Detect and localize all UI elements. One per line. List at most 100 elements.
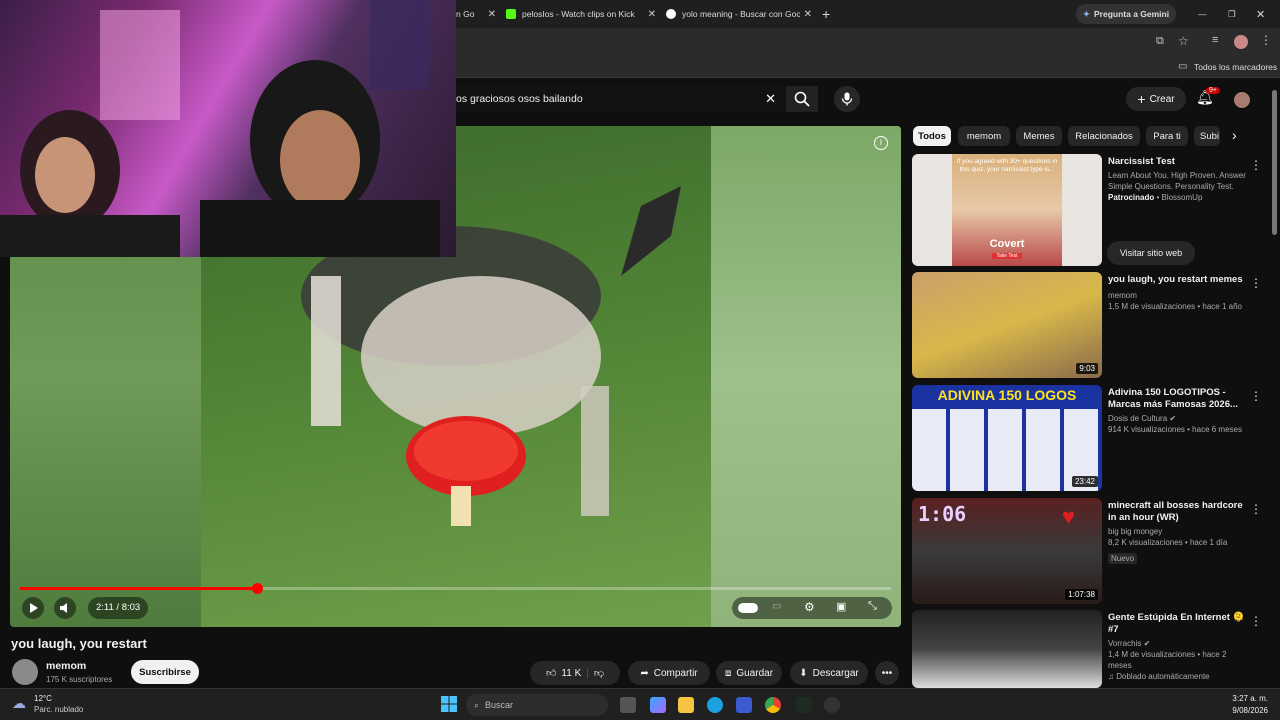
channel-name[interactable]: Dosis de Cultura ✔ [1108, 413, 1248, 424]
edge-icon[interactable] [707, 697, 723, 713]
voice-search-button[interactable] [834, 86, 860, 112]
duration-badge: 23:42 [1071, 476, 1098, 487]
info-icon[interactable]: i [874, 136, 888, 150]
autoplay-toggle[interactable] [738, 603, 758, 613]
account-avatar[interactable] [1234, 92, 1250, 108]
more-vert-icon[interactable]: ⋮ [1250, 158, 1262, 172]
search-button[interactable] [786, 86, 818, 112]
taskbar-search-placeholder: Buscar [485, 700, 514, 710]
reading-list-icon[interactable]: ≡ [1212, 34, 1218, 46]
video-thumbnail[interactable]: 9:03 [912, 272, 1102, 378]
settings-icon[interactable]: ⚙ [804, 600, 815, 614]
webcam-overlay [0, 0, 456, 257]
channel-avatar[interactable] [12, 659, 38, 685]
notifications-button[interactable]: 🔔︎ 9+ [1196, 87, 1220, 109]
file-explorer-icon[interactable] [678, 697, 694, 713]
app-icon[interactable] [796, 697, 812, 713]
clock-time[interactable]: 3:27 a. m. [1216, 694, 1268, 703]
plus-icon: + [1137, 91, 1146, 107]
close-icon[interactable]: ✕ [488, 9, 496, 20]
video-info: you laugh, you restart memes memom 1,5 M… [1108, 274, 1248, 312]
visit-site-button[interactable]: Visitar sitio web [1107, 241, 1195, 265]
star-icon[interactable]: ☆ [1178, 34, 1189, 48]
theater-icon[interactable]: ▣ [836, 600, 846, 613]
maximize-icon[interactable]: ❐ [1228, 4, 1240, 24]
channel-name[interactable]: Vorrachis ✔ [1108, 638, 1248, 649]
video-title[interactable]: Adivina 150 LOGOTIPOS - Marcas más Famos… [1108, 387, 1248, 411]
channel-name[interactable]: memom [1108, 290, 1248, 301]
clear-search-icon[interactable]: ✕ [765, 91, 776, 107]
page-scrollbar[interactable] [1272, 90, 1277, 235]
fullscreen-icon[interactable]: ⤡ [868, 600, 877, 613]
task-view-icon[interactable] [620, 697, 636, 713]
folder-icon: ▭ [1178, 61, 1188, 72]
ad-card[interactable]: If you agreed with 30+ questions in this… [912, 154, 1272, 266]
chip-subidos[interactable]: Subi [1194, 126, 1220, 146]
subscribe-button[interactable]: Suscribirse [131, 660, 199, 684]
channel-label: Dosis de Cultura [1108, 414, 1168, 423]
video-title[interactable]: minecraft all bosses hardcore in an hour… [1108, 500, 1248, 524]
weather-temp[interactable]: 12°C [34, 694, 52, 703]
dislike-button[interactable]: 👎︎ [594, 667, 604, 679]
like-button[interactable]: 👍︎ 11 K [546, 667, 581, 680]
profile-avatar[interactable] [1234, 35, 1248, 49]
thumbs-down-icon: 👎︎ [593, 668, 605, 679]
list-item[interactable]: 9:03 you laugh, you restart memes memom … [912, 272, 1272, 378]
close-icon[interactable]: ✕ [648, 9, 656, 20]
progress-scrubber[interactable] [251, 583, 263, 594]
all-bookmarks-label[interactable]: Todos los marcadores [1194, 62, 1277, 72]
more-vert-icon[interactable]: ⋮ [1250, 614, 1262, 628]
tab-3[interactable]: yolo meaning - Buscar con Goo ✕ [666, 4, 812, 24]
ad-title[interactable]: Narcissist Test [1108, 156, 1248, 168]
progress-track[interactable] [20, 583, 891, 594]
list-item[interactable]: 1:06 ♥ 1:07:38 minecraft all bosses hard… [912, 498, 1272, 604]
list-item[interactable]: Gente Estúpida En Internet 🫠 #7 Vorrachi… [912, 610, 1272, 688]
chip-relacionados[interactable]: Relacionados [1068, 126, 1140, 146]
new-tab-button[interactable]: + [822, 4, 836, 24]
volume-button[interactable] [54, 597, 76, 619]
search-input[interactable]: os graciosos osos bailando ✕ [456, 86, 786, 112]
video-title[interactable]: Gente Estúpida En Internet 🫠 #7 [1108, 612, 1248, 636]
close-window-icon[interactable]: ✕ [1256, 4, 1268, 24]
video-thumbnail[interactable]: ADIVINA 150 LOGOS 23:42 [912, 385, 1102, 491]
video-thumbnail[interactable]: 1:06 ♥ 1:07:38 [912, 498, 1102, 604]
thumbnail-text: 1:06 [918, 502, 967, 526]
create-button[interactable]: + Crear [1126, 87, 1186, 111]
more-actions-button[interactable]: ••• [875, 661, 899, 685]
more-vert-icon[interactable]: ⋮ [1250, 389, 1262, 403]
obs-icon[interactable] [824, 697, 840, 713]
chip-memom[interactable]: memom [958, 126, 1010, 146]
windows-taskbar: ☁ 12°C Parc. nublado ⌕ Buscar 3:27 a. m.… [0, 688, 1280, 720]
video-title[interactable]: you laugh, you restart memes [1108, 274, 1248, 286]
gemini-button[interactable]: ✦ Pregunta a Gemini [1076, 4, 1176, 24]
download-button[interactable]: ⬇ Descargar [790, 661, 868, 685]
taskbar-search[interactable]: ⌕ Buscar [466, 694, 608, 716]
store-icon[interactable] [736, 697, 752, 713]
close-icon[interactable]: ✕ [804, 9, 812, 20]
menu-icon[interactable]: ⋮ [1260, 33, 1272, 47]
cast-icon[interactable]: ⧉ [1156, 35, 1164, 48]
chip-memes[interactable]: Memes [1016, 126, 1062, 146]
list-item[interactable]: ADIVINA 150 LOGOS 23:42 Adivina 150 LOGO… [912, 385, 1272, 491]
more-vert-icon[interactable]: ⋮ [1250, 276, 1262, 290]
video-thumbnail[interactable] [912, 610, 1102, 688]
tab-1[interactable]: n Go ✕ [456, 4, 496, 24]
more-vert-icon[interactable]: ⋮ [1250, 502, 1262, 516]
share-button[interactable]: ➦ Compartir [628, 661, 710, 685]
chevron-right-icon[interactable]: › [1232, 127, 1237, 143]
tab-2[interactable]: pelosIos - Watch clips on Kick ✕ [506, 4, 656, 24]
play-button[interactable] [22, 597, 44, 619]
save-button[interactable]: ⧈ Guardar [716, 661, 782, 685]
tab-label: pelosIos - Watch clips on Kick [522, 9, 635, 19]
channel-name[interactable]: big big mongey [1108, 526, 1248, 537]
subtitles-icon[interactable]: ▭ [772, 601, 781, 612]
ad-thumbnail-small: Take Test [992, 253, 1022, 259]
chip-todos[interactable]: Todos [913, 126, 951, 146]
chip-para-ti[interactable]: Para ti [1146, 126, 1188, 146]
chrome-icon[interactable] [765, 697, 781, 713]
windows-start-icon[interactable] [441, 696, 457, 712]
copilot-icon[interactable] [650, 697, 666, 713]
minimize-icon[interactable]: — [1198, 4, 1210, 24]
ad-thumbnail[interactable]: If you agreed with 30+ questions in this… [912, 154, 1102, 266]
channel-name[interactable]: memom [46, 660, 86, 672]
